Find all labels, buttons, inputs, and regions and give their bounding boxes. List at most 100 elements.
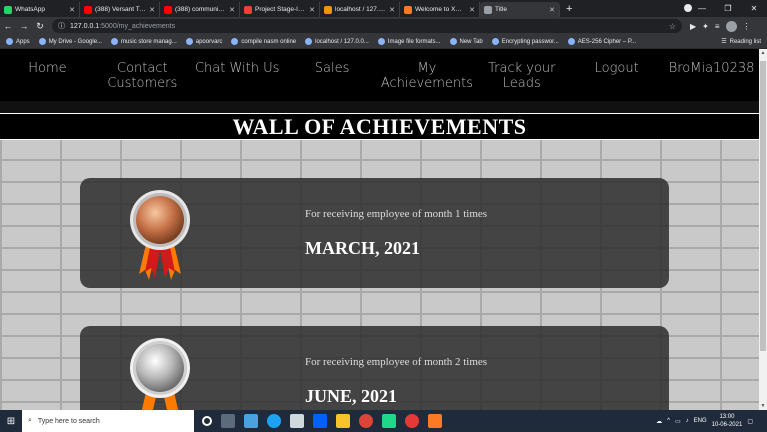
- browser-tab[interactable]: (388) Versant Test & P✕: [80, 2, 160, 17]
- tab-favicon-icon: [4, 5, 12, 14]
- page-scrollbar[interactable]: ▲ ▼: [759, 49, 767, 410]
- browser-tab[interactable]: Welcome to XAMPP✕: [400, 2, 480, 17]
- tab-close-icon[interactable]: ✕: [149, 6, 155, 14]
- site-navbar: Home Contact Customers Chat With Us Sales My A…: [0, 49, 759, 101]
- browser-tab[interactable]: Project Stage-II Subm✕: [240, 2, 320, 17]
- media-player-icon[interactable]: [405, 414, 419, 428]
- url-path: :5000/my_achievements: [99, 22, 176, 30]
- nav-link-line1: Logout: [594, 61, 639, 76]
- more-menu-icon[interactable]: ⋮: [743, 22, 751, 31]
- reading-list-label: Reading list: [729, 38, 761, 45]
- weather-icon[interactable]: ☁: [656, 418, 662, 425]
- media-icon[interactable]: ▶: [690, 22, 696, 31]
- browser-tab[interactable]: (388) communication✕: [160, 2, 240, 17]
- cortana-icon[interactable]: [202, 416, 212, 426]
- bookmark-item[interactable]: music store manag...: [111, 38, 177, 45]
- bookmark-item[interactable]: Image file formats...: [377, 38, 441, 45]
- info-icon[interactable]: ⓘ: [58, 21, 65, 31]
- tab-close-icon[interactable]: ✕: [309, 6, 315, 14]
- dropbox-icon[interactable]: [313, 414, 327, 428]
- network-icon[interactable]: ▭: [675, 418, 681, 425]
- chrome-icon[interactable]: [359, 414, 373, 428]
- address-bar[interactable]: ⓘ 127.0.0.1:5000/my_achievements ☆: [52, 19, 682, 33]
- bookmark-item[interactable]: compile nasm online: [231, 38, 296, 45]
- nav-link-line1: Home: [28, 61, 67, 76]
- bookmark-item[interactable]: localhost / 127.0.0...: [305, 38, 369, 45]
- tab-favicon-icon: [164, 5, 172, 14]
- language-indicator[interactable]: ENG: [694, 418, 707, 424]
- browser-tab[interactable]: WhatsApp ✕: [0, 2, 80, 17]
- bookmark-item[interactable]: Encrypting passwor...: [491, 38, 559, 45]
- nav-link[interactable]: Sales: [285, 61, 380, 76]
- extensions-icon[interactable]: ✦: [702, 22, 709, 31]
- achievement-caption: For receiving employee of month 1 times: [305, 208, 488, 220]
- browser-tab[interactable]: Title ✕: [480, 2, 560, 17]
- bookmark-favicon-icon: [231, 38, 239, 45]
- bronze-medal-icon: [130, 190, 190, 280]
- bookmark-item[interactable]: New Tab: [449, 38, 483, 45]
- nav-link[interactable]: Track your Leads: [474, 61, 569, 91]
- nav-link[interactable]: Home: [0, 61, 95, 76]
- page-title: WALL OF ACHIEVEMENTS: [232, 113, 527, 139]
- bookmark-item[interactable]: apoorvarc: [185, 38, 222, 45]
- scrollbar-thumb[interactable]: [760, 61, 766, 351]
- bookmark-favicon-icon: [6, 38, 13, 45]
- windows-start-icon[interactable]: ⊞: [0, 416, 22, 427]
- browser-tab[interactable]: localhost / 127.0.0.1 |✕: [320, 2, 400, 17]
- nav-link[interactable]: Logout: [569, 61, 664, 76]
- maximize-icon[interactable]: ❐: [715, 4, 741, 13]
- achievement-card: For receiving employee of month 1 times …: [80, 178, 669, 288]
- edge-icon[interactable]: [267, 414, 281, 428]
- nav-link-line1: BroMia10238: [668, 61, 755, 76]
- tab-close-icon[interactable]: ✕: [549, 6, 555, 14]
- tray-expand-icon[interactable]: ^: [667, 418, 670, 424]
- nav-link[interactable]: Contact Customers: [95, 61, 190, 91]
- reload-icon[interactable]: ↻: [32, 21, 48, 32]
- menu-list-icon[interactable]: ≡: [715, 22, 720, 31]
- reading-list-button[interactable]: ☰ Reading list: [721, 38, 761, 46]
- mobile-link-icon[interactable]: [244, 414, 258, 428]
- nav-link-line1: My: [417, 61, 437, 76]
- pycharm-icon[interactable]: [382, 414, 396, 428]
- forward-icon[interactable]: →: [16, 21, 32, 31]
- tab-close-icon[interactable]: ✕: [469, 6, 475, 14]
- bookmark-item[interactable]: Apps: [6, 38, 30, 45]
- taskbar-search[interactable]: ⌕ Type here to search: [22, 410, 194, 432]
- xampp-icon[interactable]: [428, 414, 442, 428]
- bookmark-label: AES-256 Cipher – P...: [577, 38, 637, 45]
- nav-link[interactable]: Chat With Us: [190, 61, 285, 76]
- scroll-down-icon[interactable]: ▼: [759, 403, 767, 409]
- window-controls: — ❐ ✕: [689, 0, 767, 17]
- system-tray: ☁ ^ ▭ ♪ ENG 13:00 10-06-2021 ▢: [656, 413, 767, 429]
- browser-tab-strip: WhatsApp✕(388) Versant Test & P✕(388) co…: [0, 0, 767, 17]
- tab-title: WhatsApp: [15, 6, 45, 13]
- tab-close-icon[interactable]: ✕: [229, 6, 235, 14]
- nav-link[interactable]: My Achievements: [380, 61, 475, 91]
- bookmark-label: My Drive - Google...: [48, 38, 103, 45]
- profile-avatar[interactable]: [725, 20, 737, 32]
- bookmark-star-icon[interactable]: ☆: [669, 22, 676, 31]
- bookmark-favicon-icon: [305, 38, 313, 45]
- bookmark-item[interactable]: My Drive - Google...: [38, 38, 103, 45]
- volume-icon[interactable]: ♪: [686, 418, 689, 424]
- close-window-icon[interactable]: ✕: [741, 4, 767, 13]
- tab-close-icon[interactable]: ✕: [69, 6, 75, 14]
- tab-favicon-icon: [484, 5, 492, 14]
- nav-link[interactable]: BroMia10238: [664, 61, 759, 76]
- taskbar-clock[interactable]: 13:00 10-06-2021: [712, 413, 743, 429]
- file-explorer-icon[interactable]: [336, 414, 350, 428]
- scroll-up-icon[interactable]: ▲: [759, 50, 767, 56]
- notifications-icon[interactable]: ▢: [747, 418, 753, 425]
- tab-title: (388) Versant Test & P: [95, 6, 146, 13]
- new-tab-button[interactable]: +: [566, 3, 572, 15]
- bookmark-favicon-icon: [567, 38, 575, 45]
- minimize-icon[interactable]: —: [689, 4, 715, 13]
- store-icon[interactable]: [290, 414, 304, 428]
- tab-close-icon[interactable]: ✕: [389, 6, 395, 14]
- back-icon[interactable]: ←: [0, 21, 16, 31]
- task-view-icon[interactable]: [221, 414, 235, 428]
- bookmark-favicon-icon: [38, 38, 46, 45]
- search-icon: ⌕: [28, 417, 32, 424]
- bookmark-item[interactable]: AES-256 Cipher – P...: [567, 38, 637, 45]
- tab-favicon-icon: [324, 5, 332, 14]
